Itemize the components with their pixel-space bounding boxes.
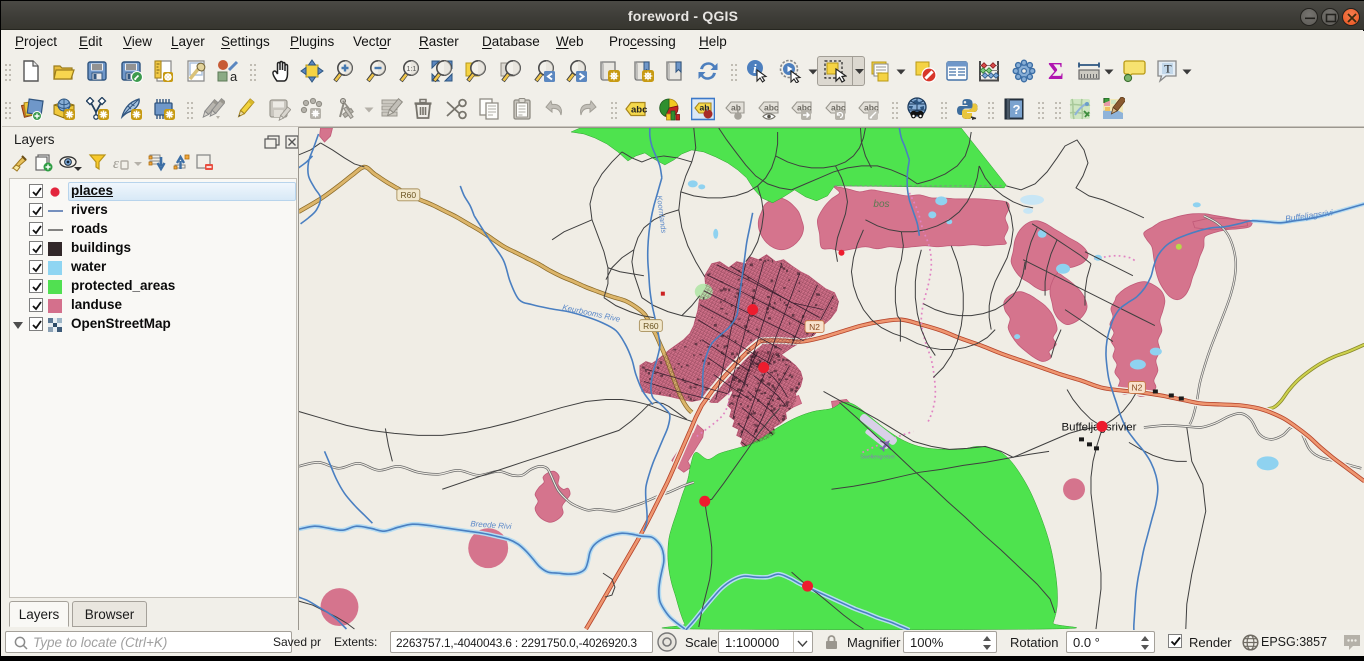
- svg-text:Σ: Σ: [1048, 59, 1064, 83]
- svg-text:N2: N2: [809, 322, 820, 332]
- svg-text:abc: abc: [764, 103, 779, 113]
- svg-text:R60: R60: [643, 321, 659, 331]
- svg-text:R60: R60: [401, 190, 417, 200]
- svg-text:1:1: 1:1: [407, 66, 417, 73]
- svg-text:N2: N2: [1131, 383, 1142, 393]
- svg-text:a: a: [230, 69, 238, 83]
- svg-text:T: T: [1164, 62, 1172, 76]
- svg-text:Swellengrebel: Swellengrebel: [860, 454, 894, 460]
- svg-text:i: i: [753, 61, 757, 76]
- svg-text:bos: bos: [873, 199, 889, 210]
- svg-text:ε: ε: [113, 156, 119, 172]
- svg-text:ab: ab: [731, 103, 741, 113]
- svg-text:?: ?: [1013, 102, 1021, 117]
- svg-text:abc: abc: [631, 105, 647, 116]
